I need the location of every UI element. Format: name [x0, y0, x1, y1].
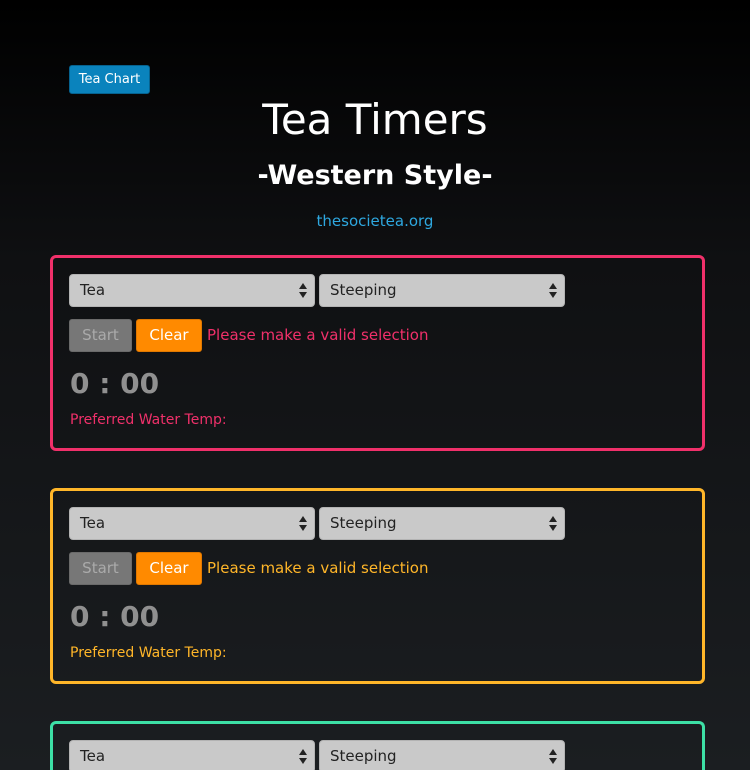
water-temp-label: Preferred Water Temp: [70, 645, 227, 661]
start-button[interactable]: Start [69, 319, 132, 352]
validation-message: Please make a valid selection [207, 326, 429, 344]
page-title: Tea Timers [262, 95, 488, 144]
steeping-select[interactable]: Steeping [319, 740, 565, 770]
steeping-select[interactable]: Steeping [319, 274, 565, 307]
tea-select-value: Tea [80, 747, 106, 765]
tea-select-value: Tea [80, 514, 106, 532]
select-arrows-icon [299, 749, 308, 764]
steeping-select-value: Steeping [330, 514, 397, 532]
validation-message: Please make a valid selection [207, 559, 429, 577]
page-subtitle: -Western Style- [257, 160, 493, 191]
select-arrows-icon [549, 749, 558, 764]
select-arrows-icon [549, 516, 558, 531]
tea-select[interactable]: Tea [69, 507, 315, 540]
tea-chart-button[interactable]: Tea Chart [69, 65, 150, 94]
select-arrows-icon [299, 283, 308, 298]
clear-button[interactable]: Clear [136, 552, 202, 585]
select-arrows-icon [549, 283, 558, 298]
select-arrows-icon [299, 516, 308, 531]
clear-button[interactable]: Clear [136, 319, 202, 352]
steeping-select-value: Steeping [330, 747, 397, 765]
timer-display: 0 : 00 [70, 600, 160, 633]
timer-panel-1: Tea Steeping Start Clear Please make a v… [50, 255, 705, 451]
site-link[interactable]: thesocietea.org [0, 209, 750, 233]
tea-select[interactable]: Tea [69, 274, 315, 307]
tea-select[interactable]: Tea [69, 740, 315, 770]
steeping-select[interactable]: Steeping [319, 507, 565, 540]
timer-panel-3: Tea Steeping [50, 721, 705, 770]
timer-display: 0 : 00 [70, 367, 160, 400]
start-button[interactable]: Start [69, 552, 132, 585]
steeping-select-value: Steeping [330, 281, 397, 299]
tea-select-value: Tea [80, 281, 106, 299]
water-temp-label: Preferred Water Temp: [70, 412, 227, 428]
timer-panel-2: Tea Steeping Start Clear Please make a v… [50, 488, 705, 684]
